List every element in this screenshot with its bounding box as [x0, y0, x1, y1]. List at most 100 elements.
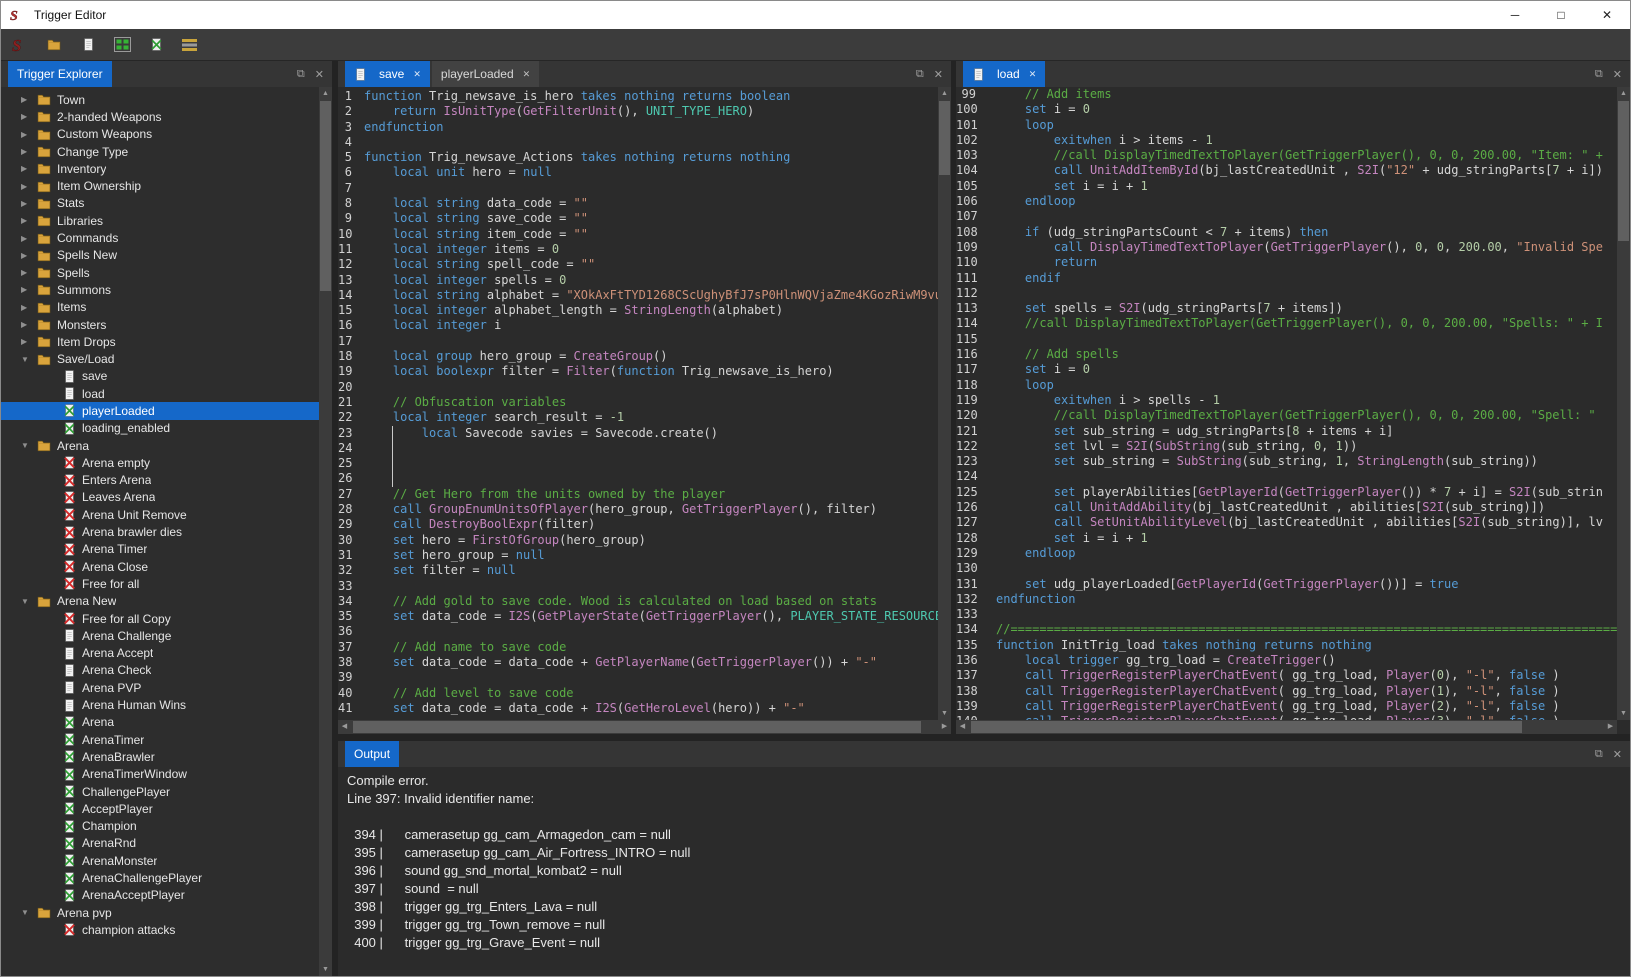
code-line[interactable]: 139 call TriggerRegisterPlayerChatEvent(… — [956, 699, 1617, 714]
tree-item-loading-enabled[interactable]: loading_enabled — [1, 420, 319, 437]
new-script-button[interactable] — [145, 32, 173, 58]
scroll-up-icon[interactable]: ▲ — [938, 87, 951, 100]
close-panel-icon[interactable]: ✕ — [934, 68, 943, 81]
tree-item-load[interactable]: load — [1, 385, 319, 402]
tree-item-arenarnd[interactable]: ArenaRnd — [1, 835, 319, 852]
code-line[interactable]: 134//===================================… — [956, 622, 1617, 637]
code-line[interactable]: 127 call SetUnitAbilityLevel(bj_lastCrea… — [956, 515, 1617, 530]
code-line[interactable]: 14 local string alphabet = "XOkAxFtTYD12… — [338, 288, 938, 303]
scroll-left-icon[interactable]: ◀ — [956, 720, 969, 734]
code-line[interactable]: 110 return — [956, 255, 1617, 270]
tree-item-enters-arena[interactable]: Enters Arena — [1, 472, 319, 489]
tree-item-save[interactable]: save — [1, 368, 319, 385]
tab-load[interactable]: load✕ — [963, 61, 1045, 87]
expand-arrow-icon[interactable]: ▶ — [21, 268, 37, 277]
undock-panel-icon[interactable]: ⧉ — [916, 68, 924, 81]
tree-item-challengeplayer[interactable]: ChallengePlayer — [1, 783, 319, 800]
code-line[interactable]: 37 // Add name to save code — [338, 640, 938, 655]
code-line[interactable]: 109 call DisplayTimedTextToPlayer(GetTri… — [956, 240, 1617, 255]
tree-item-libraries[interactable]: ▶Libraries — [1, 212, 319, 229]
tree-item-arenamonster[interactable]: ArenaMonster — [1, 852, 319, 869]
code-line[interactable]: 3endfunction — [338, 120, 938, 135]
tree-item-arena-empty[interactable]: Arena empty — [1, 454, 319, 471]
code-line[interactable]: 31 set hero_group = null — [338, 548, 938, 563]
close-panel-icon[interactable]: ✕ — [1613, 748, 1622, 761]
code-line[interactable]: 36 — [338, 624, 938, 639]
tree-item-arena-pvp[interactable]: Arena PVP — [1, 679, 319, 696]
expand-arrow-icon[interactable]: ▶ — [21, 182, 37, 191]
variable-list-button[interactable] — [179, 32, 207, 58]
code-line[interactable]: 2 return IsUnitType(GetFilterUnit(), UNI… — [338, 104, 938, 119]
code-line[interactable]: 132endfunction — [956, 592, 1617, 607]
tree-item-stats[interactable]: ▶Stats — [1, 195, 319, 212]
tree-item-arena[interactable]: Arena — [1, 714, 319, 731]
tree-item-2-handed-weapons[interactable]: ▶2-handed Weapons — [1, 108, 319, 125]
code-line[interactable]: 103 //call DisplayTimedTextToPlayer(GetT… — [956, 148, 1617, 163]
code-line[interactable]: 105 set i = i + 1 — [956, 179, 1617, 194]
close-panel-icon[interactable]: ✕ — [315, 68, 324, 81]
code-line[interactable]: 99 // Add items — [956, 87, 1617, 102]
code-line[interactable]: 15 local integer alphabet_length = Strin… — [338, 303, 938, 318]
code-line[interactable]: 136 local trigger gg_trg_load = CreateTr… — [956, 653, 1617, 668]
code-line[interactable]: 8 local string data_code = "" — [338, 196, 938, 211]
scrollbar-thumb[interactable] — [971, 721, 1522, 733]
tree-item-champion[interactable]: Champion — [1, 817, 319, 834]
tree-item-change-type[interactable]: ▶Change Type — [1, 143, 319, 160]
code-line[interactable]: 117 set i = 0 — [956, 362, 1617, 377]
code-line[interactable]: 122 set lvl = S2I(SubString(sub_string, … — [956, 439, 1617, 454]
code-line[interactable]: 11 local integer items = 0 — [338, 242, 938, 257]
code-line[interactable]: 5function Trig_newsave_Actions takes not… — [338, 150, 938, 165]
tab-save[interactable]: save✕ — [345, 61, 430, 87]
tree-item-item-drops[interactable]: ▶Item Drops — [1, 333, 319, 350]
tree-item-item-ownership[interactable]: ▶Item Ownership — [1, 177, 319, 194]
code-line[interactable]: 27 // Get Hero from the units owned by t… — [338, 487, 938, 502]
scroll-right-icon[interactable]: ▶ — [1604, 720, 1617, 734]
tree-item-arenatimerwindow[interactable]: ArenaTimerWindow — [1, 766, 319, 783]
tree-item-town[interactable]: ▶Town — [1, 91, 319, 108]
scroll-right-icon[interactable]: ▶ — [938, 720, 951, 734]
code-line[interactable]: 25 — [338, 456, 938, 471]
expand-arrow-icon[interactable]: ▶ — [21, 337, 37, 346]
tree-item-arena-challenge[interactable]: Arena Challenge — [1, 627, 319, 644]
code-line[interactable]: 24 — [338, 441, 938, 456]
code-line[interactable]: 137 call TriggerRegisterPlayerChatEvent(… — [956, 668, 1617, 683]
expand-arrow-icon[interactable]: ▶ — [21, 216, 37, 225]
scrollbar-thumb[interactable] — [353, 721, 921, 733]
scroll-left-icon[interactable]: ◀ — [338, 720, 351, 734]
close-tab-icon[interactable]: ✕ — [1029, 69, 1037, 80]
tree-item-arenatimer[interactable]: ArenaTimer — [1, 731, 319, 748]
code-line[interactable]: 22 local integer search_result = -1 — [338, 410, 938, 425]
code-line[interactable]: 104 call UnitAddItemById(bj_lastCreatedU… — [956, 163, 1617, 178]
tree-item-acceptplayer[interactable]: AcceptPlayer — [1, 800, 319, 817]
new-category-button[interactable] — [43, 32, 71, 58]
tree-item-arenaacceptplayer[interactable]: ArenaAcceptPlayer — [1, 887, 319, 904]
tree-item-spells[interactable]: ▶Spells — [1, 264, 319, 281]
collapse-arrow-icon[interactable]: ▼ — [21, 597, 37, 606]
tree-item-arena-close[interactable]: Arena Close — [1, 558, 319, 575]
editor-vertical-scrollbar[interactable]: ▲ ▼ — [1617, 87, 1630, 720]
code-line[interactable]: 18 local group hero_group = CreateGroup(… — [338, 349, 938, 364]
code-line[interactable]: 120 //call DisplayTimedTextToPlayer(GetT… — [956, 408, 1617, 423]
tree-item-arena-accept[interactable]: Arena Accept — [1, 645, 319, 662]
code-line[interactable]: 34 // Add gold to save code. Wood is cal… — [338, 594, 938, 609]
editor-horizontal-scrollbar[interactable]: ◀ ▶ — [956, 720, 1617, 734]
code-line[interactable]: 4 — [338, 135, 938, 150]
expand-arrow-icon[interactable]: ▶ — [21, 199, 37, 208]
code-line[interactable]: 16 local integer i — [338, 318, 938, 333]
code-line[interactable]: 40 // Add level to save code — [338, 686, 938, 701]
code-line[interactable]: 17 — [338, 334, 938, 349]
output-tab[interactable]: Output — [345, 741, 399, 767]
tree-item-champion-attacks[interactable]: champion attacks — [1, 921, 319, 938]
code-line[interactable]: 129 endloop — [956, 546, 1617, 561]
tree-item-arenabrawler[interactable]: ArenaBrawler — [1, 748, 319, 765]
scrollbar-thumb[interactable] — [939, 101, 950, 175]
code-line[interactable]: 128 set i = i + 1 — [956, 531, 1617, 546]
code-line[interactable]: 107 — [956, 209, 1617, 224]
scroll-up-icon[interactable]: ▲ — [1617, 87, 1630, 100]
code-line[interactable]: 130 — [956, 561, 1617, 576]
tree-item-arena-unit-remove[interactable]: Arena Unit Remove — [1, 506, 319, 523]
editor-vertical-scrollbar[interactable]: ▲ ▼ — [938, 87, 951, 720]
code-editor-load[interactable]: 99 // Add items100 set i = 0101 loop102 … — [956, 87, 1617, 720]
tree-item-inventory[interactable]: ▶Inventory — [1, 160, 319, 177]
code-line[interactable]: 9 local string save_code = "" — [338, 211, 938, 226]
